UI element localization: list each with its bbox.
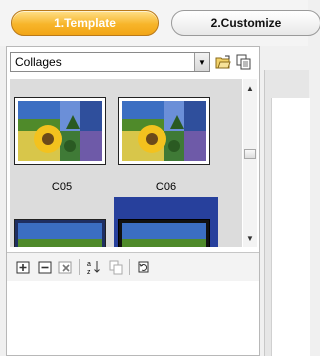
template-thumbnail — [118, 97, 210, 165]
tab-customize-label: 2.Customize — [210, 16, 282, 30]
scrollbar-thumb[interactable] — [244, 149, 256, 159]
template-panel: Collages ▼ C05 C06 ▲ ▼ a z — [6, 46, 260, 356]
refresh-icon[interactable] — [135, 258, 153, 276]
toolbar-separator — [129, 259, 130, 275]
scroll-up-icon[interactable]: ▲ — [243, 81, 257, 95]
scroll-down-icon[interactable]: ▼ — [243, 231, 257, 245]
template-thumbnail — [14, 97, 106, 165]
sort-az-icon[interactable]: a z — [85, 258, 103, 276]
properties-area — [7, 281, 259, 355]
copy-icon[interactable] — [107, 258, 125, 276]
delete-icon[interactable] — [57, 258, 75, 276]
toolbar-separator — [79, 259, 80, 275]
template-thumbnail — [118, 219, 210, 247]
template-thumbnail — [14, 219, 106, 247]
add-icon[interactable] — [15, 258, 33, 276]
remove-icon[interactable] — [37, 258, 55, 276]
gallery-scrollbar[interactable]: ▲ ▼ — [243, 79, 257, 247]
gallery-toolbar: a z — [7, 252, 259, 282]
svg-text:a: a — [87, 261, 91, 268]
wizard-steps-bar: 1.Template 2.Customize — [0, 0, 320, 46]
copy-icon[interactable] — [234, 52, 254, 72]
tab-template-label: 1.Template — [54, 16, 116, 30]
gallery-item[interactable]: C06 — [114, 79, 218, 215]
gallery-item-selected[interactable] — [114, 197, 218, 247]
template-category-value: Collages — [15, 55, 62, 69]
svg-text:z: z — [87, 269, 91, 275]
tab-customize[interactable]: 2.Customize — [171, 10, 320, 36]
gallery-item-label: C06 — [155, 181, 177, 193]
preview-page — [271, 98, 310, 356]
preview-pane — [264, 70, 310, 356]
chevron-down-icon[interactable]: ▼ — [194, 53, 209, 71]
template-gallery: C05 C06 — [10, 79, 242, 247]
tab-template[interactable]: 1.Template — [11, 10, 159, 36]
gallery-item[interactable] — [10, 215, 114, 247]
gallery-item-label: C05 — [51, 181, 73, 193]
template-category-dropdown[interactable]: Collages ▼ — [10, 52, 210, 72]
open-folder-icon[interactable] — [213, 52, 233, 72]
gallery-item[interactable]: C05 — [10, 79, 114, 215]
